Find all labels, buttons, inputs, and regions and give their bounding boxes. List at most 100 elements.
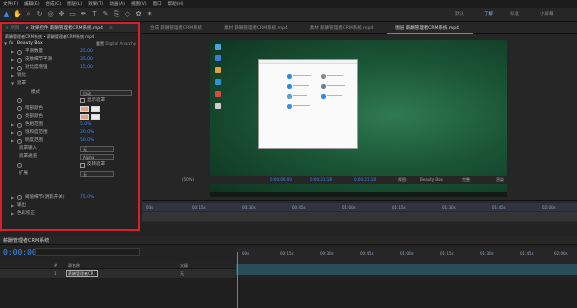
expand-triangle-icon[interactable]: ▶: [11, 48, 14, 56]
tab-timeline[interactable]: 薪酬管理者CRM系统: [0, 237, 52, 244]
property-value[interactable]: 35.00: [80, 56, 93, 64]
reset-button[interactable]: 重置: [96, 40, 104, 48]
menu-layer[interactable]: 图层(L): [64, 1, 85, 7]
eyedropper-icon[interactable]: [91, 105, 100, 112]
stopwatch-icon[interactable]: [17, 106, 22, 112]
property-value[interactable]: 25.00: [80, 48, 93, 56]
expand-triangle-icon[interactable]: ▶: [11, 210, 14, 218]
property-value[interactable]: 75.0%: [80, 194, 94, 202]
end-time[interactable]: 0:00:21:18: [354, 176, 376, 184]
property-dropdown[interactable]: 无: [80, 170, 114, 177]
checkbox[interactable]: [80, 163, 85, 168]
color-swatch[interactable]: [80, 105, 89, 112]
timeline-layer-row[interactable]: 1 薪酬管理者CR 无: [0, 269, 236, 278]
expand-triangle-icon[interactable]: ▶: [11, 72, 14, 80]
effect-property-row[interactable]: ▶ 明度范围 50.0%: [2, 137, 138, 145]
property-dropdown[interactable]: 无: [80, 146, 114, 153]
eraser-tool-icon[interactable]: ◇: [123, 10, 132, 19]
expand-triangle-icon[interactable]: ▶: [11, 137, 14, 145]
stopwatch-icon[interactable]: [17, 98, 22, 104]
checkbox[interactable]: [80, 98, 85, 103]
orbit-tool-icon[interactable]: ◎: [46, 10, 55, 19]
puppet-tool-icon[interactable]: ✶: [145, 10, 154, 19]
property-value[interactable]: 50.0%: [80, 137, 94, 145]
workspace-small-screen[interactable]: 小屏幕: [540, 8, 554, 22]
time-ruler[interactable]: 00s 00:15s 00:30s 00:45s 01:00s 01:15s 0…: [142, 203, 577, 211]
effect-property-row[interactable]: ▶ 输出: [2, 202, 138, 210]
expand-triangle-icon[interactable]: ▶: [11, 64, 14, 72]
layer-time-navigator[interactable]: 00s 00:15s 00:30s 00:45s 01:00s 01:15s 0…: [142, 200, 577, 222]
tab-footage-1[interactable]: 素材 薪酬管理者CRM系统.mp4: [216, 25, 302, 31]
layer-duration-bar[interactable]: [236, 264, 577, 275]
workspace-standard[interactable]: 标准: [510, 8, 519, 22]
effect-property-row[interactable]: ▶ 皮肤细节平滑 35.00: [2, 56, 138, 64]
selection-tool-icon[interactable]: ▲: [2, 10, 11, 19]
property-dropdown[interactable]: Alpha: [80, 154, 114, 161]
workspace-default[interactable]: 默认: [455, 8, 464, 22]
effect-property-row[interactable]: [2, 186, 138, 194]
layer-parent-dropdown[interactable]: 无: [180, 269, 184, 278]
tab-project[interactable]: × 项目: [2, 25, 22, 31]
zoom-dropdown[interactable]: (50%): [182, 176, 194, 184]
tab-footage-2[interactable]: 素材 薪酬管理者CRM系统.mp4: [302, 25, 388, 31]
fx-icon[interactable]: fx: [9, 40, 13, 48]
expand-triangle-icon[interactable]: ▶: [11, 129, 14, 137]
roto-tool-icon[interactable]: ✿: [134, 10, 143, 19]
duration-time[interactable]: 0:00:21:18: [310, 176, 332, 184]
property-value[interactable]: 15.00: [80, 64, 93, 72]
effect-property-row[interactable]: ▼ 遮罩: [2, 80, 138, 88]
effect-property-row[interactable]: [2, 178, 138, 186]
effect-property-row[interactable]: 遮罩通道 Alpha: [2, 153, 138, 161]
effect-property-row[interactable]: ▶ 色彩校正: [2, 210, 138, 218]
expand-triangle-icon[interactable]: ▼: [4, 40, 7, 48]
hand-tool-icon[interactable]: ✋: [13, 10, 22, 19]
rect-mask-tool-icon[interactable]: ▭: [68, 10, 77, 19]
tab-layer[interactable]: 图层 薪酬管理者CRM系统.mp4: [387, 25, 473, 34]
clone-tool-icon[interactable]: ⎘: [112, 10, 121, 19]
render-toggle[interactable]: 渲染: [496, 176, 504, 184]
expand-triangle-icon[interactable]: ▶: [11, 56, 14, 64]
layer-name[interactable]: 薪酬管理者CR: [66, 270, 98, 277]
current-time-indicator[interactable]: [237, 252, 238, 308]
effect-property-row[interactable]: ▶ 锐化: [2, 72, 138, 80]
stopwatch-icon[interactable]: [17, 130, 22, 136]
menu-edit[interactable]: 编辑(E): [21, 1, 42, 7]
color-swatch[interactable]: [80, 113, 89, 120]
resolution-dropdown[interactable]: 完整: [462, 176, 470, 184]
menu-file[interactable]: 文件(F): [0, 1, 21, 7]
stopwatch-icon[interactable]: [17, 49, 22, 55]
effect-property-row[interactable]: ▶ 平滑数量 25.00: [2, 48, 138, 56]
menu-help[interactable]: 帮助(H): [165, 1, 187, 7]
property-dropdown[interactable]: 自动: [80, 89, 132, 96]
rotate-tool-icon[interactable]: ↻: [35, 10, 44, 19]
tab-effect-controls[interactable]: × 效果控件 薪酬管理者CRM系统.mp4: [22, 25, 106, 31]
effect-property-row[interactable]: 暗部颜色: [2, 105, 138, 113]
expand-triangle-icon[interactable]: ▼: [11, 80, 14, 88]
workspace-learn[interactable]: 了解: [484, 8, 493, 22]
effect-header-row[interactable]: ▼ fx Beauty Box 重置 Digital Anarchy: [2, 40, 138, 48]
zoom-tool-icon[interactable]: ⌕: [24, 10, 33, 19]
panel-menu-icon[interactable]: ≡: [106, 26, 116, 31]
effect-property-row[interactable]: 遮罩输入 无: [2, 145, 138, 153]
effect-property-row[interactable]: ▶ 饱和度范围 20.0%: [2, 129, 138, 137]
layer-playbar[interactable]: [142, 212, 577, 221]
stopwatch-icon[interactable]: [17, 138, 22, 144]
effect-property-row[interactable]: ▶ 对比度增强 15.00: [2, 64, 138, 72]
expand-triangle-icon[interactable]: ▶: [11, 194, 14, 202]
eyedropper-icon[interactable]: [91, 113, 100, 120]
tab-composition[interactable]: 合成 薪酬管理者CRM系统: [142, 25, 216, 31]
effect-property-row[interactable]: ▶ 阈值细节(阴影开关) 75.0%: [2, 194, 138, 202]
stopwatch-icon[interactable]: [17, 122, 22, 128]
effect-property-row[interactable]: 显示遮罩: [2, 97, 138, 105]
stopwatch-icon[interactable]: [17, 163, 22, 168]
expand-triangle-icon[interactable]: ▶: [11, 202, 14, 210]
menu-window[interactable]: 窗口: [150, 1, 165, 7]
pen-tool-icon[interactable]: ✒: [79, 10, 88, 19]
view-dropdown[interactable]: Beauty Box: [420, 176, 443, 184]
property-value[interactable]: 20.0%: [80, 129, 94, 137]
timeline-search-input[interactable]: [35, 248, 140, 256]
stopwatch-icon[interactable]: [17, 65, 22, 71]
effect-property-row[interactable]: 扩展 无: [2, 170, 138, 178]
effect-property-row[interactable]: 反转遮罩: [2, 161, 138, 169]
menu-effect[interactable]: 效果(T): [85, 1, 106, 7]
